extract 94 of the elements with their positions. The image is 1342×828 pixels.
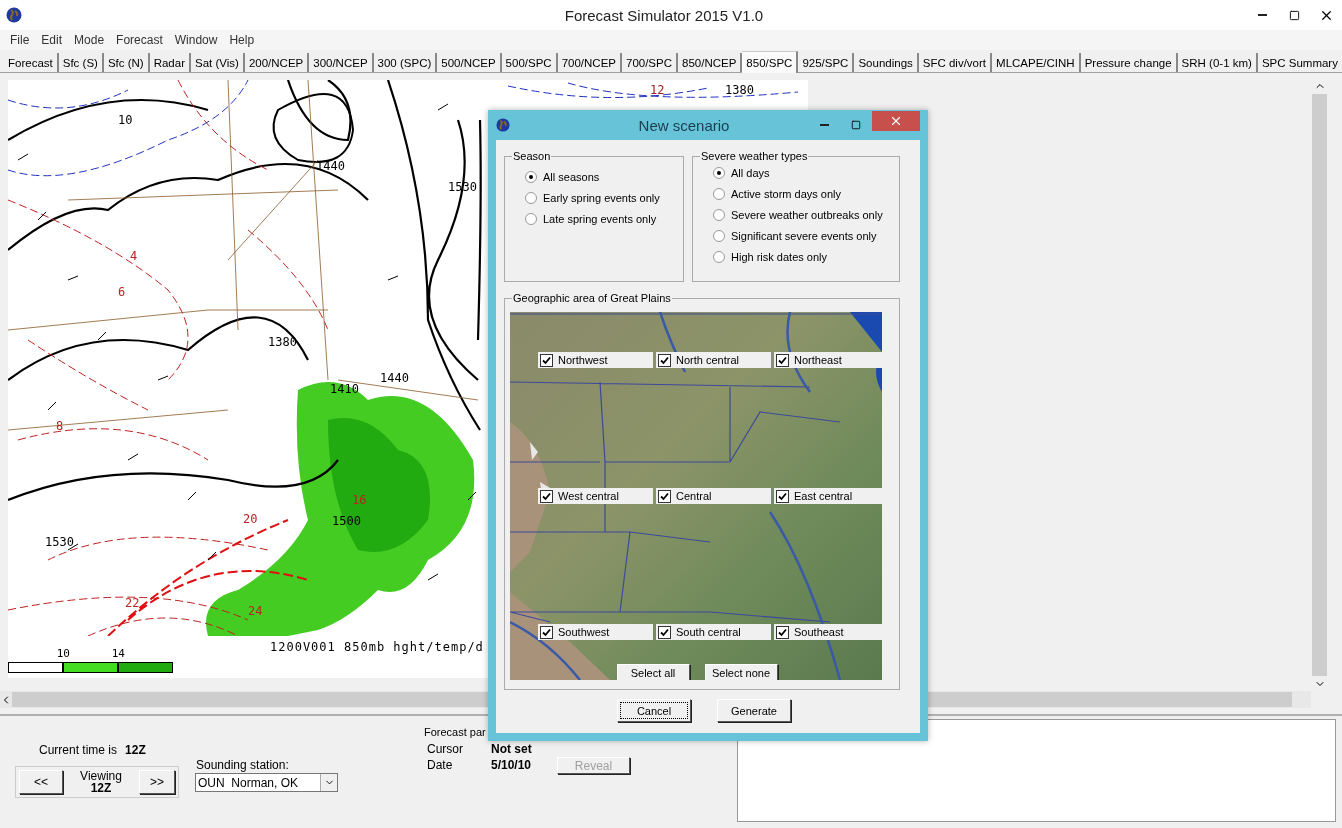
check-icon xyxy=(542,491,551,501)
checkbox[interactable] xyxy=(776,353,789,367)
region-checkbox[interactable]: Northwest xyxy=(538,352,653,368)
group-title: Severe weather types xyxy=(700,150,809,162)
menu-item[interactable]: Help xyxy=(223,33,261,47)
region-checkbox[interactable]: West central xyxy=(538,488,653,504)
select-button[interactable]: Select none xyxy=(704,664,778,680)
forecast-label: Forecast par xyxy=(424,726,486,738)
date-value: 5/10/10 xyxy=(491,758,532,772)
radio-button[interactable] xyxy=(713,187,725,200)
contour-label: 1440 xyxy=(380,371,409,385)
radio-label[interactable]: Severe weather outbreaks only xyxy=(731,208,883,221)
radio-button[interactable] xyxy=(525,191,537,204)
generate-button[interactable]: Generate xyxy=(717,699,791,722)
minimize-icon xyxy=(819,124,829,126)
region-checkbox[interactable]: North central xyxy=(656,352,771,368)
viewing-time: 12Z xyxy=(90,782,112,794)
contour-label: 10 xyxy=(118,113,133,127)
contour-label: 1500 xyxy=(332,514,361,528)
checkbox[interactable] xyxy=(658,489,671,503)
contour-label: 1530 xyxy=(45,535,74,549)
checkbox[interactable] xyxy=(540,625,553,639)
current-time-label: Current time is xyxy=(39,743,118,757)
close-icon xyxy=(889,114,903,128)
maximize-icon xyxy=(1288,9,1300,21)
select-button[interactable]: Select all xyxy=(616,664,690,680)
menu-item[interactable]: Edit xyxy=(35,33,69,47)
menu-item[interactable]: Mode xyxy=(68,33,111,47)
menu-item[interactable]: File xyxy=(4,33,36,47)
radio-label[interactable]: All seasons xyxy=(543,170,600,183)
tab[interactable]: 850/SPC xyxy=(742,51,799,73)
check-icon xyxy=(778,491,787,501)
dialog-title: New scenario xyxy=(637,116,731,134)
region-checkbox[interactable]: Southwest xyxy=(538,624,653,640)
checkbox[interactable] xyxy=(540,489,553,503)
group-title: Geographic area of Great Plains xyxy=(512,292,672,304)
maximize-icon xyxy=(851,120,861,130)
radio-label[interactable]: High risk dates only xyxy=(731,250,827,263)
radio-button[interactable] xyxy=(713,250,725,263)
menu-item[interactable]: Window xyxy=(168,33,224,47)
legend-tick: 10 xyxy=(56,647,70,660)
radio-label[interactable]: Significant severe events only xyxy=(731,229,877,242)
check-icon xyxy=(778,355,787,365)
radio-button[interactable] xyxy=(713,229,725,242)
globe-icon xyxy=(6,7,22,23)
contour-label: 1410 xyxy=(330,382,359,396)
map-caption: 1200V001 850mb hght/temp/d xyxy=(270,640,484,654)
radio-label[interactable]: Early spring events only xyxy=(543,191,660,204)
current-time-value: 12Z xyxy=(125,743,146,757)
contour-label: 12 xyxy=(650,83,665,97)
contour-label: 1380 xyxy=(268,335,297,349)
globe-icon xyxy=(496,118,510,132)
contour-label: 4 xyxy=(130,249,138,263)
previous-button[interactable]: << xyxy=(19,770,63,794)
check-icon xyxy=(660,627,669,637)
sounding-station-select[interactable]: OUN Norman, OK xyxy=(195,773,338,792)
radio-button[interactable] xyxy=(713,166,725,179)
check-icon xyxy=(542,627,551,637)
menu-item[interactable]: Forecast xyxy=(110,33,169,47)
legend-tick: 14 xyxy=(111,647,125,660)
checkbox[interactable] xyxy=(658,353,671,367)
region-checkbox[interactable]: Central xyxy=(656,488,771,504)
cancel-button[interactable]: Cancel xyxy=(617,699,691,722)
contour-label: 24 xyxy=(248,604,263,618)
contour-label: 1380 xyxy=(725,83,754,97)
contour-label: 8 xyxy=(56,419,64,433)
region-checkbox[interactable]: South central xyxy=(656,624,771,640)
cursor-label: Cursor xyxy=(427,742,463,756)
cursor-value: Not set xyxy=(491,742,532,756)
checkbox[interactable] xyxy=(658,625,671,639)
radio-button[interactable] xyxy=(525,212,537,225)
group-title: Season xyxy=(512,150,552,162)
check-icon xyxy=(542,355,551,365)
contour-label: 22 xyxy=(125,596,140,610)
radio-label[interactable]: Late spring events only xyxy=(543,212,657,225)
radio-button[interactable] xyxy=(713,208,725,221)
contour-label: 16 xyxy=(352,493,367,507)
viewing-label: Viewing xyxy=(80,770,122,782)
check-icon xyxy=(660,491,669,501)
contour-label: 6 xyxy=(118,285,126,299)
minimize-icon xyxy=(1257,14,1267,16)
window-title: Forecast Simulator 2015 V1.0 xyxy=(563,6,765,24)
radio-button[interactable] xyxy=(525,170,537,183)
checkbox[interactable] xyxy=(540,353,553,367)
check-icon xyxy=(778,627,787,637)
next-button[interactable]: >> xyxy=(139,770,175,794)
checkbox[interactable] xyxy=(776,489,789,503)
radio-label[interactable]: Active storm days only xyxy=(731,187,842,200)
checkbox[interactable] xyxy=(776,625,789,639)
check-icon xyxy=(660,355,669,365)
contour-label: 20 xyxy=(243,512,258,526)
date-label: Date xyxy=(427,758,453,772)
sounding-station-label: Sounding station: xyxy=(196,758,289,772)
radio-label[interactable]: All days xyxy=(731,166,770,179)
